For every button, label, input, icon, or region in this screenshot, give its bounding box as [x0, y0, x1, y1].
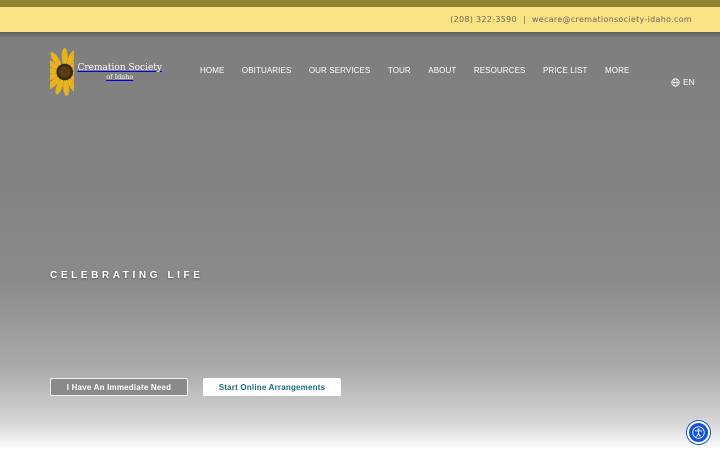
language-label: EN: [683, 77, 695, 87]
logo-name: Cremation Society: [77, 62, 162, 73]
globe-icon: [671, 77, 680, 87]
nav-item-home[interactable]: HOME: [200, 66, 224, 75]
accessibility-button[interactable]: [687, 421, 710, 444]
language-selector[interactable]: EN: [671, 77, 695, 87]
accessibility-icon: [692, 426, 705, 439]
nav-item-more[interactable]: MORE: [605, 66, 629, 75]
nav-item-about[interactable]: ABOUT: [428, 66, 456, 75]
nav-item-resources[interactable]: RESOURCES: [474, 66, 526, 75]
sunflower-icon: [50, 48, 80, 96]
immediate-need-button[interactable]: I Have An Immediate Need: [50, 378, 188, 396]
start-online-arrangements-button[interactable]: Start Online Arrangements: [203, 378, 341, 396]
logo-subtitle: of Idaho: [106, 72, 134, 81]
nav-item-our-services[interactable]: OUR SERVICES: [309, 66, 371, 75]
hero-tagline: CELEBRATING LIFE: [50, 270, 204, 281]
main-nav: HOME OBITUARIES OUR SERVICES TOUR ABOUT …: [200, 66, 647, 75]
nav-item-tour[interactable]: TOUR: [388, 66, 411, 75]
nav-item-price-list[interactable]: PRICE LIST: [543, 66, 588, 75]
site-logo[interactable]: Cremation Society of Idaho: [50, 44, 162, 100]
hero-top-shadow: [0, 32, 720, 38]
logo-wordmark: Cremation Society of Idaho: [77, 62, 162, 81]
phone-link[interactable]: (208) 322-3590: [450, 15, 517, 24]
contact-separator: |: [522, 15, 526, 24]
contact-bar: (208) 322-3590 | wecare@cremationsociety…: [0, 7, 720, 32]
email-link[interactable]: wecare@cremationsociety-idaho.com: [532, 15, 692, 24]
top-accent-strip: [0, 0, 720, 7]
nav-item-obituaries[interactable]: OBITUARIES: [242, 66, 291, 75]
